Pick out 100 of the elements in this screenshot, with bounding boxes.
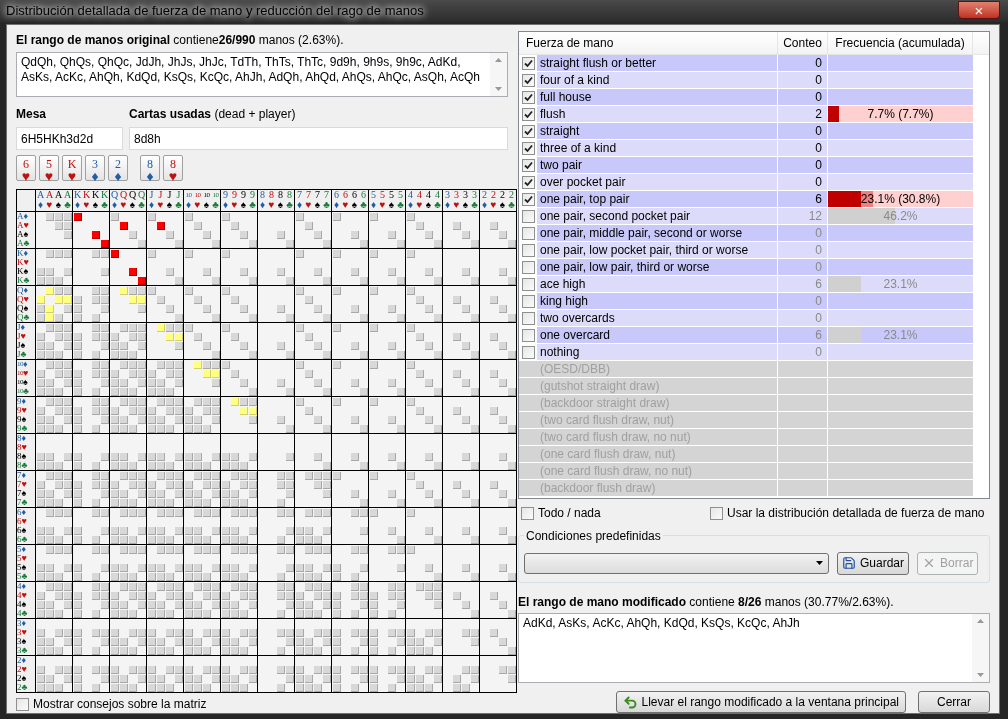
column-card-label[interactable]: A ♠ <box>54 190 63 211</box>
apply-button[interactable]: Llevar el rango modificado a la ventana principal <box>615 691 906 713</box>
conditions-dropdown[interactable] <box>524 552 829 574</box>
column-card-label[interactable]: J ♥ <box>156 190 165 211</box>
column-card-label[interactable]: K ♦ <box>73 190 82 211</box>
column-card-label[interactable]: 5 ♦ <box>369 190 378 211</box>
row-card-label[interactable]: Q♠ <box>17 304 35 313</box>
column-card-label[interactable]: 6 ♠ <box>350 190 359 211</box>
row-card-label[interactable]: 5♠ <box>17 563 35 572</box>
row-card-label[interactable]: A♣ <box>17 239 35 248</box>
column-card-label[interactable]: 4 ♦ <box>406 190 415 211</box>
row-checkbox[interactable] <box>521 277 535 291</box>
row-card-label[interactable]: K♦ <box>17 249 35 258</box>
row-card-label[interactable]: 3♠ <box>17 637 35 646</box>
card-button[interactable]: 5 ♥ <box>39 155 59 181</box>
column-card-label[interactable]: Q ♦ <box>110 190 119 211</box>
column-card-label[interactable]: J ♦ <box>147 190 156 211</box>
row-card-label[interactable]: 6♣ <box>17 535 35 544</box>
column-card-label[interactable]: 4 ♥ <box>415 190 424 211</box>
row-card-label[interactable]: A♥ <box>17 221 35 230</box>
row-checkbox[interactable] <box>521 311 535 325</box>
row-card-label[interactable]: Q♦ <box>17 286 35 295</box>
column-card-label[interactable]: 2 ♥ <box>489 190 498 211</box>
column-card-label[interactable]: 8 ♥ <box>267 190 276 211</box>
row-card-label[interactable]: 8♠ <box>17 452 35 461</box>
column-card-label[interactable]: 7 ♠ <box>313 190 322 211</box>
column-card-label[interactable]: 5 ♥ <box>378 190 387 211</box>
row-checkbox[interactable] <box>521 107 535 121</box>
row-checkbox[interactable] <box>521 226 535 240</box>
row-card-label[interactable]: 6♠ <box>17 526 35 535</box>
row-checkbox[interactable] <box>521 90 535 104</box>
row-card-label[interactable]: J♣ <box>17 350 35 359</box>
row-checkbox[interactable] <box>521 294 535 308</box>
row-card-label[interactable]: 9♠ <box>17 415 35 424</box>
card-button[interactable]: 6 ♥ <box>16 155 36 181</box>
column-card-label[interactable]: 7 ♥ <box>304 190 313 211</box>
row-card-label[interactable]: 8♥ <box>17 443 35 452</box>
column-card-label[interactable]: 5 ♣ <box>396 190 405 211</box>
column-card-label[interactable]: J ♠ <box>165 190 174 211</box>
row-card-label[interactable]: 3♦ <box>17 619 35 628</box>
scroll-up-icon[interactable] <box>495 58 502 62</box>
row-card-label[interactable]: J♥ <box>17 332 35 341</box>
column-card-label[interactable]: K ♣ <box>100 190 109 211</box>
row-checkbox[interactable] <box>521 124 535 138</box>
board-input[interactable]: 6H5HKh3d2d <box>16 127 123 150</box>
row-checkbox[interactable] <box>521 192 535 206</box>
column-card-label[interactable]: 3 ♦ <box>443 190 452 211</box>
column-card-label[interactable]: 6 ♣ <box>359 190 368 211</box>
scroll-up-icon[interactable] <box>977 619 984 624</box>
column-card-label[interactable]: 8 ♣ <box>285 190 294 211</box>
column-card-label[interactable]: 7 ♣ <box>322 190 331 211</box>
row-card-label[interactable]: J♦ <box>17 323 35 332</box>
checkbox[interactable] <box>16 697 29 711</box>
row-card-label[interactable]: 7♠ <box>17 489 35 498</box>
column-card-label[interactable]: 2 ♣ <box>507 190 516 211</box>
checkbox[interactable] <box>521 506 534 520</box>
row-card-label[interactable]: 7♣ <box>17 498 35 507</box>
row-checkbox[interactable] <box>521 73 535 87</box>
row-checkbox[interactable] <box>521 175 535 189</box>
column-card-label[interactable]: 9 ♣ <box>248 190 257 211</box>
card-button[interactable]: 8 ♦ <box>140 155 160 181</box>
close-button[interactable]: × <box>958 1 1000 19</box>
scroll-down-icon[interactable] <box>495 87 502 91</box>
used-cards-input[interactable]: 8d8h <box>129 127 508 150</box>
row-card-label[interactable]: 5♣ <box>17 572 35 581</box>
row-checkbox[interactable] <box>521 328 535 342</box>
save-button[interactable]: Guardar <box>837 551 910 575</box>
row-card-label[interactable]: 4♦ <box>17 582 35 591</box>
row-checkbox[interactable] <box>521 141 535 155</box>
row-card-label[interactable]: 4♠ <box>17 600 35 609</box>
card-button[interactable]: 3 ♦ <box>85 155 105 181</box>
row-card-label[interactable]: 9♣ <box>17 424 35 433</box>
row-card-label[interactable]: K♠ <box>17 267 35 276</box>
row-card-label[interactable]: 5♦ <box>17 545 35 554</box>
row-card-label[interactable]: J♠ <box>17 341 35 350</box>
checkbox[interactable] <box>710 506 723 520</box>
column-card-label[interactable]: 7 ♦ <box>295 190 304 211</box>
column-card-label[interactable]: 5 ♠ <box>387 190 396 211</box>
column-card-label[interactable]: 9 ♠ <box>239 190 248 211</box>
card-button[interactable]: K ♥ <box>62 155 82 181</box>
row-card-label[interactable]: 9♦ <box>17 397 35 406</box>
row-card-label[interactable]: 8♦ <box>17 434 35 443</box>
close-dialog-button[interactable]: Cerrar <box>918 691 990 713</box>
row-card-label[interactable]: 9♥ <box>17 406 35 415</box>
column-card-label[interactable]: 3 ♥ <box>452 190 461 211</box>
row-checkbox[interactable] <box>521 56 535 70</box>
row-card-label[interactable]: 2♣ <box>17 683 35 692</box>
column-card-label[interactable]: 2 ♠ <box>498 190 507 211</box>
row-card-label[interactable]: A♠ <box>17 230 35 239</box>
column-card-label[interactable]: 4 ♣ <box>433 190 442 211</box>
row-card-label[interactable]: 3♣ <box>17 646 35 655</box>
column-card-label[interactable]: 8 ♠ <box>276 190 285 211</box>
row-checkbox[interactable] <box>521 158 535 172</box>
row-checkbox[interactable] <box>521 260 535 274</box>
row-card-label[interactable]: 5♥ <box>17 554 35 563</box>
column-card-label[interactable]: 6 ♥ <box>341 190 350 211</box>
row-card-label[interactable]: K♥ <box>17 258 35 267</box>
column-card-label[interactable]: J ♣ <box>174 190 183 211</box>
row-checkbox[interactable] <box>521 243 535 257</box>
row-checkbox[interactable] <box>521 345 535 359</box>
